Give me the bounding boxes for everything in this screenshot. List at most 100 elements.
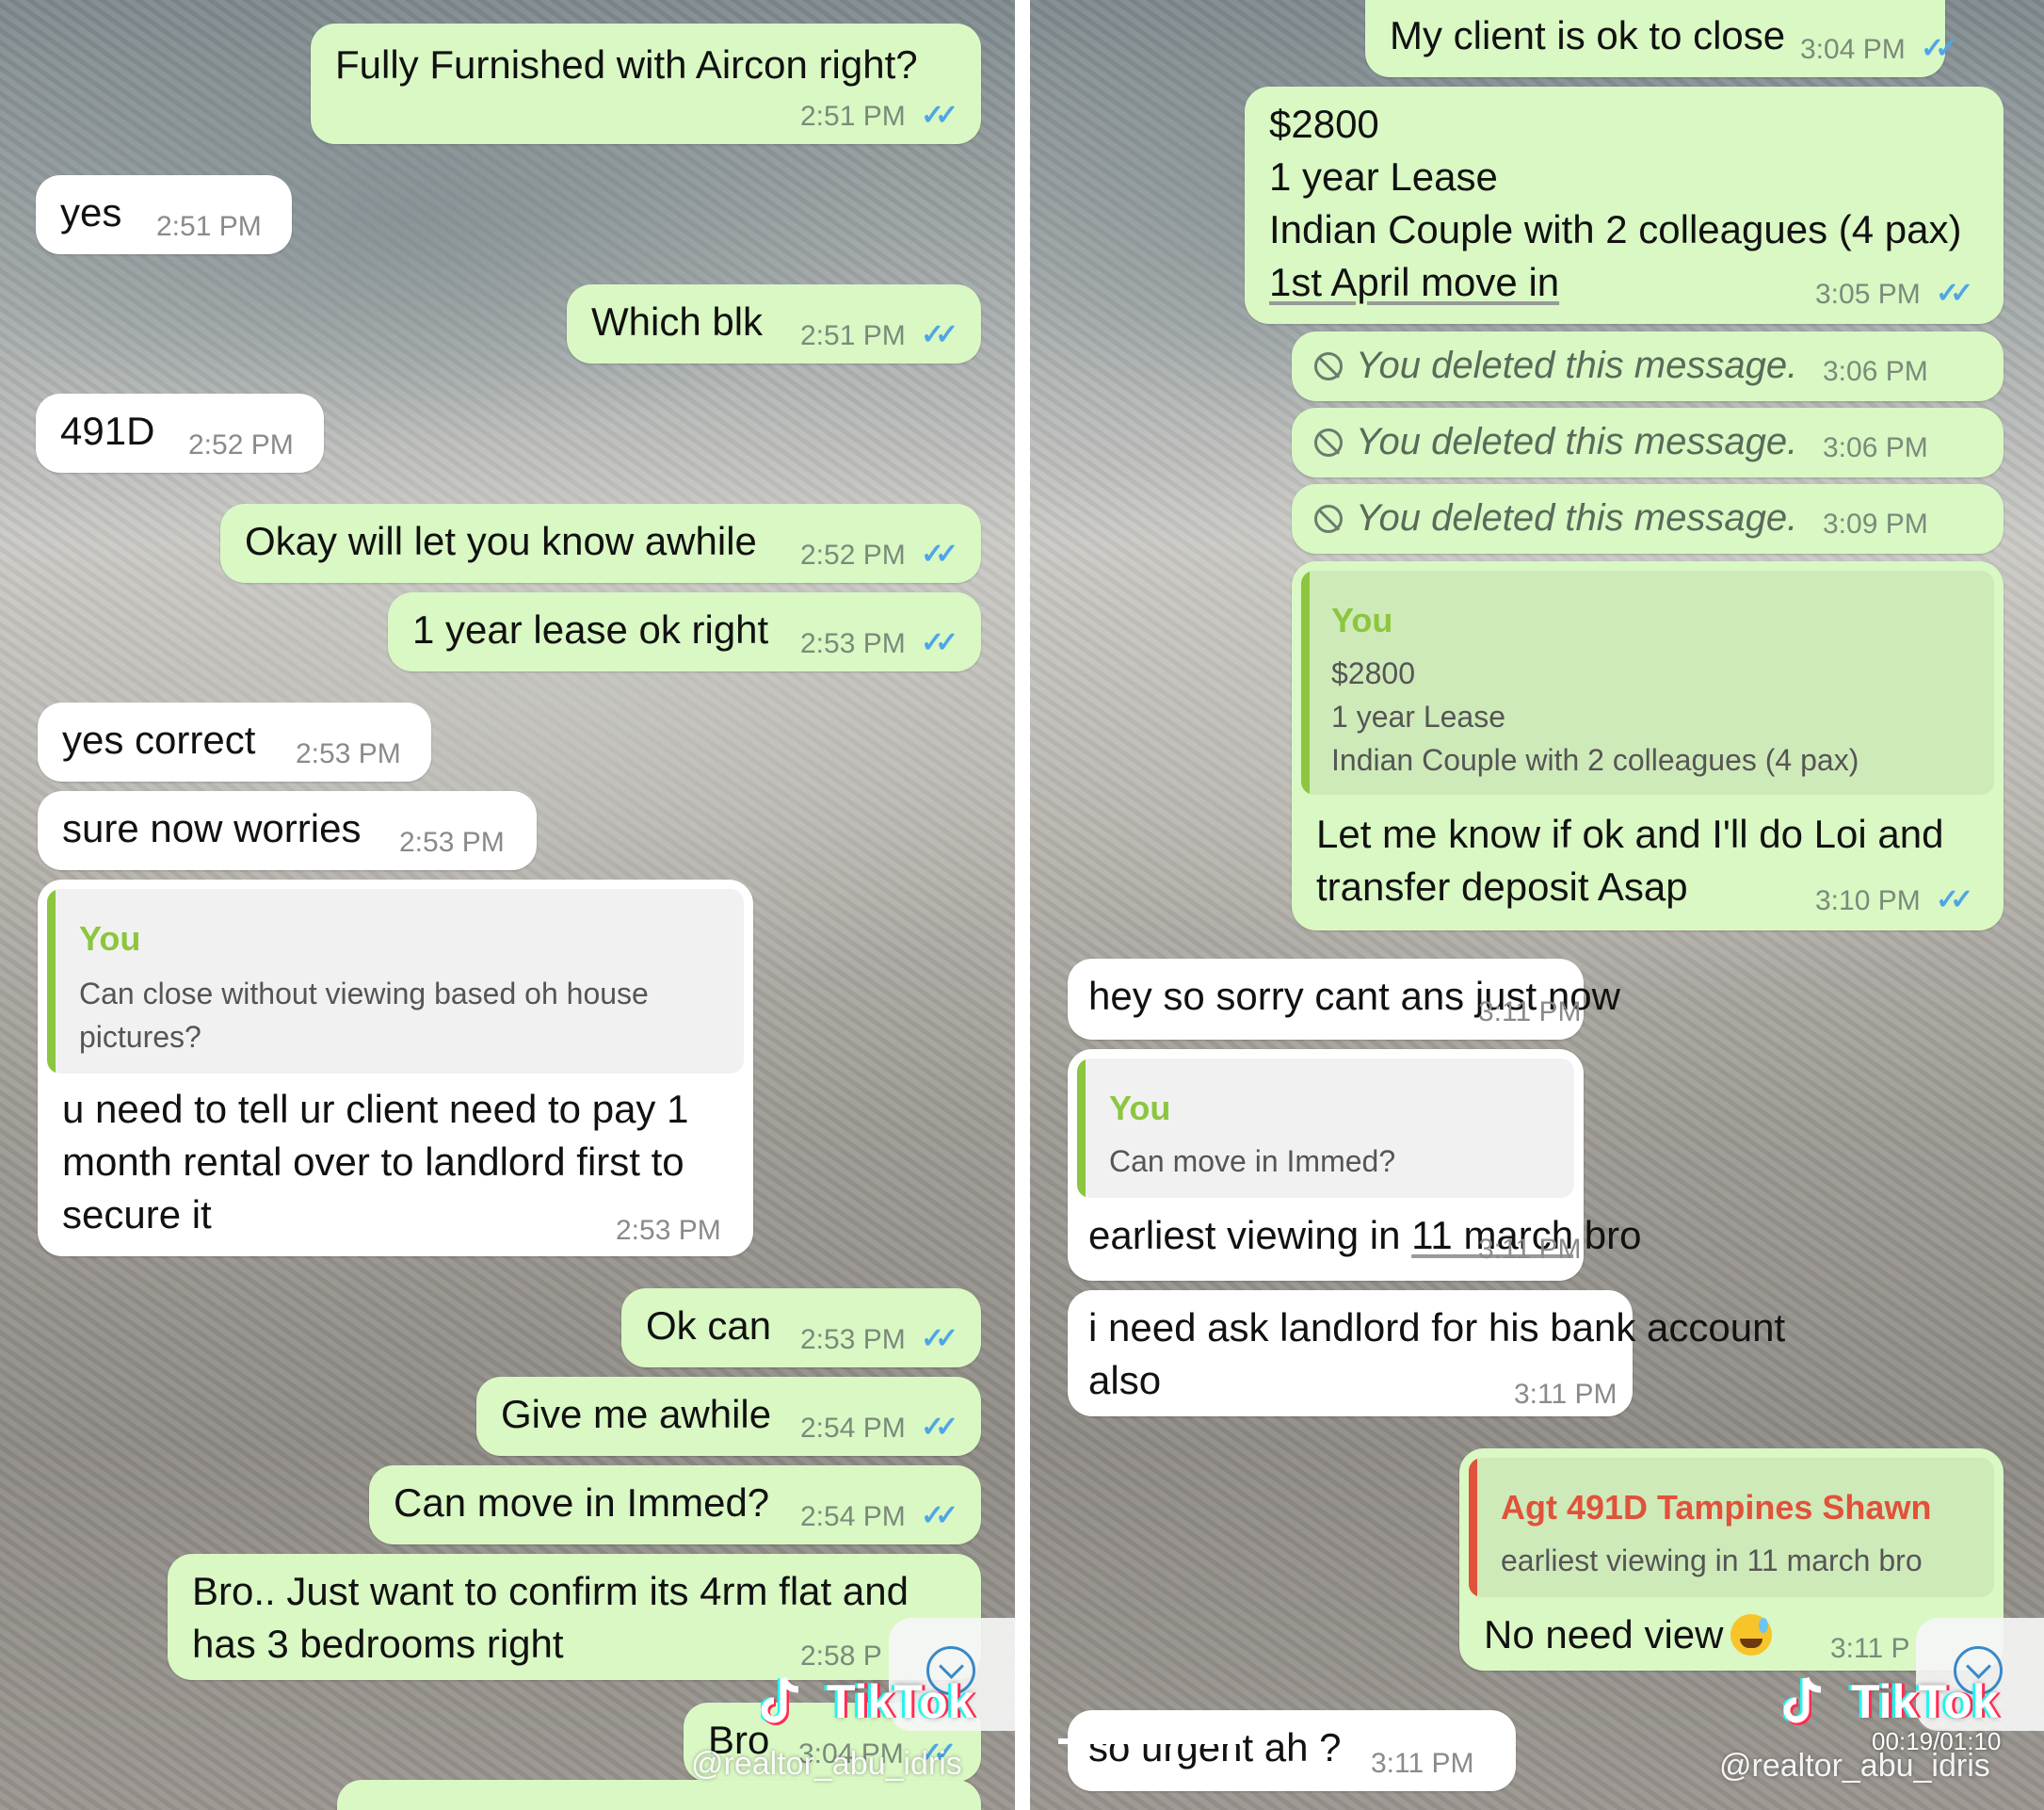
quote-author: You bbox=[79, 919, 141, 958]
message-time: 3:11 PM bbox=[1371, 1748, 1474, 1779]
message-text-part: earliest viewing in bbox=[1088, 1213, 1412, 1257]
double-check-icon: ✓✓ bbox=[1936, 278, 1973, 309]
tiktok-logo-icon bbox=[761, 1676, 799, 1725]
quote-bar bbox=[1077, 1059, 1086, 1198]
tiktok-watermark: TikTok bbox=[1851, 1675, 1999, 1728]
message-text: so urgent ah ? bbox=[1088, 1725, 1342, 1770]
message-time: 2:53 PM bbox=[296, 738, 401, 769]
deleted-text: You deleted this message. bbox=[1356, 345, 1798, 386]
video-progress-bar[interactable] bbox=[1058, 1738, 1243, 1744]
message-outgoing-partial[interactable] bbox=[337, 1780, 981, 1810]
quote-bar bbox=[1469, 1458, 1477, 1597]
deleted-ban-icon bbox=[1314, 352, 1343, 380]
message-time: 2:51 PM bbox=[800, 320, 906, 351]
message-incoming[interactable]: 491D 2:52 PM bbox=[36, 394, 324, 473]
message-text: Which blk bbox=[591, 299, 764, 344]
message-time: 2:53 PM bbox=[800, 628, 906, 659]
quote-line: 1 year Lease bbox=[1331, 700, 1506, 734]
deleted-message[interactable]: You deleted this message. 3:06 PM bbox=[1292, 331, 2004, 401]
quote-bar bbox=[47, 889, 56, 1074]
message-time: 3:11 PM bbox=[1478, 996, 1582, 1027]
message-line: i need ask landlord for his bank account bbox=[1088, 1305, 1786, 1349]
message-time: 2:54 PM bbox=[800, 1413, 906, 1444]
message-line: Let me know if ok and I'll do Loi and bbox=[1316, 812, 1944, 856]
reply-message-incoming[interactable]: You Can move in Immed? earliest viewing … bbox=[1068, 1049, 1642, 1281]
double-check-icon: ✓✓ bbox=[921, 100, 958, 131]
right-chat-screenshot: My client is ok to close 3:04 PM ✓✓ $280… bbox=[1030, 0, 2044, 1810]
quote-line: earliest viewing in 11 march bro bbox=[1501, 1543, 1923, 1577]
message-time: 2:53 PM bbox=[616, 1215, 721, 1246]
double-check-icon: ✓✓ bbox=[921, 1500, 958, 1531]
panel-divider bbox=[1015, 0, 1030, 1810]
message-incoming[interactable]: yes correct 2:53 PM bbox=[38, 703, 431, 782]
message-outgoing[interactable]: $2800 1 year Lease Indian Couple with 2 … bbox=[1245, 87, 2004, 324]
message-time: 3:05 PM bbox=[1815, 279, 1921, 310]
message-outgoing[interactable]: Bro.. Just want to confirm its 4rm flat … bbox=[168, 1554, 981, 1680]
message-time: 2:53 PM bbox=[800, 1324, 906, 1355]
message-outgoing[interactable]: Ok can 2:53 PM ✓✓ bbox=[621, 1288, 981, 1367]
quote-bar bbox=[1301, 571, 1310, 795]
quote-author: Agt 491D Tampines Shawn bbox=[1501, 1488, 1932, 1527]
message-text: Can move in Immed? bbox=[394, 1480, 770, 1525]
tiktok-watermark: TikTok bbox=[827, 1675, 974, 1728]
message-time: 3:11 P bbox=[1830, 1633, 1910, 1664]
deleted-ban-icon bbox=[1314, 505, 1343, 533]
message-outgoing[interactable]: Can move in Immed? 2:54 PM ✓✓ bbox=[369, 1465, 981, 1544]
message-line: transfer deposit Asap bbox=[1316, 865, 1688, 909]
message-outgoing[interactable]: Give me awhile 2:54 PM ✓✓ bbox=[476, 1377, 981, 1456]
reply-message-incoming[interactable]: You Can close without viewing based oh h… bbox=[38, 880, 753, 1256]
deleted-message[interactable]: You deleted this message. 3:06 PM bbox=[1292, 408, 2004, 477]
message-text-part: No need view bbox=[1484, 1612, 1724, 1656]
message-text: sure now worries bbox=[62, 806, 362, 850]
message-incoming[interactable]: hey so sorry cant ans just now 3:11 PM bbox=[1068, 959, 1620, 1040]
deleted-ban-icon bbox=[1314, 428, 1343, 457]
quote-line: Indian Couple with 2 colleagues (4 pax) bbox=[1331, 743, 1859, 777]
quote-line: $2800 bbox=[1331, 656, 1415, 690]
message-outgoing[interactable]: Okay will let you know awhile 2:52 PM ✓✓ bbox=[220, 504, 981, 583]
quote-line: Can move in Immed? bbox=[1109, 1144, 1396, 1178]
message-line: 1 year Lease bbox=[1269, 154, 1498, 199]
message-line: $2800 bbox=[1269, 102, 1379, 146]
message-line: has 3 bedrooms right bbox=[192, 1622, 564, 1666]
message-time: 2:51 PM bbox=[800, 101, 906, 132]
message-text: No need view bbox=[1484, 1608, 1773, 1661]
message-outgoing[interactable]: 1 year lease ok right 2:53 PM ✓✓ bbox=[388, 592, 981, 671]
creator-handle: @realtor_abu_idris bbox=[691, 1746, 962, 1782]
message-outgoing[interactable]: My client is ok to close 3:04 PM ✓✓ bbox=[1365, 0, 1958, 77]
message-line: also bbox=[1088, 1358, 1162, 1402]
message-incoming[interactable]: so urgent ah ? 3:11 PM bbox=[1068, 1710, 1516, 1791]
message-text: Fully Furnished with Aircon right? bbox=[335, 42, 918, 87]
message-incoming[interactable]: yes 2:51 PM bbox=[36, 175, 292, 254]
double-check-icon: ✓✓ bbox=[1921, 33, 1958, 64]
message-text: yes bbox=[60, 190, 122, 234]
quoted-message[interactable]: You Can move in Immed? bbox=[1077, 1059, 1574, 1198]
message-outgoing[interactable]: Fully Furnished with Aircon right? 2:51 … bbox=[311, 24, 981, 144]
message-line: Indian Couple with 2 colleagues (4 pax) bbox=[1269, 207, 1962, 251]
message-time: 3:09 PM bbox=[1823, 509, 1928, 540]
deleted-message[interactable]: You deleted this message. 3:09 PM bbox=[1292, 484, 2004, 554]
message-time: 2:52 PM bbox=[188, 429, 294, 461]
message-text: Give me awhile bbox=[501, 1392, 772, 1436]
quote-line: pictures? bbox=[79, 1020, 201, 1054]
quoted-message[interactable]: You $2800 1 year Lease Indian Couple wit… bbox=[1301, 571, 1994, 795]
deleted-text: You deleted this message. bbox=[1356, 497, 1798, 539]
message-incoming[interactable]: sure now worries 2:53 PM bbox=[38, 791, 537, 870]
quoted-message[interactable]: You Can close without viewing based oh h… bbox=[47, 889, 744, 1074]
quoted-message[interactable]: Agt 491D Tampines Shawn earliest viewing… bbox=[1469, 1458, 1994, 1597]
grinning-sweat-emoji bbox=[1730, 1614, 1773, 1656]
message-outgoing[interactable]: Which blk 2:51 PM ✓✓ bbox=[567, 284, 981, 364]
reply-message-outgoing[interactable]: You $2800 1 year Lease Indian Couple wit… bbox=[1292, 561, 2004, 930]
left-chat-screenshot: Fully Furnished with Aircon right? 2:51 … bbox=[0, 0, 1015, 1810]
deleted-text: You deleted this message. bbox=[1356, 421, 1798, 462]
message-text: My client is ok to close bbox=[1390, 13, 1786, 57]
message-line: 1st April move in bbox=[1269, 260, 1560, 304]
creator-handle: @realtor_abu_idris bbox=[1719, 1748, 1990, 1784]
message-time: 3:04 PM bbox=[1800, 34, 1906, 65]
message-incoming[interactable]: i need ask landlord for his bank account… bbox=[1068, 1290, 1785, 1416]
message-time: 3:06 PM bbox=[1823, 432, 1928, 463]
double-check-icon: ✓✓ bbox=[1936, 884, 1973, 915]
double-check-icon: ✓✓ bbox=[921, 627, 958, 658]
message-time: 2:53 PM bbox=[399, 827, 505, 858]
message-time: 3:11 PM bbox=[1478, 1234, 1582, 1265]
message-text: 1 year lease ok right bbox=[412, 607, 769, 652]
